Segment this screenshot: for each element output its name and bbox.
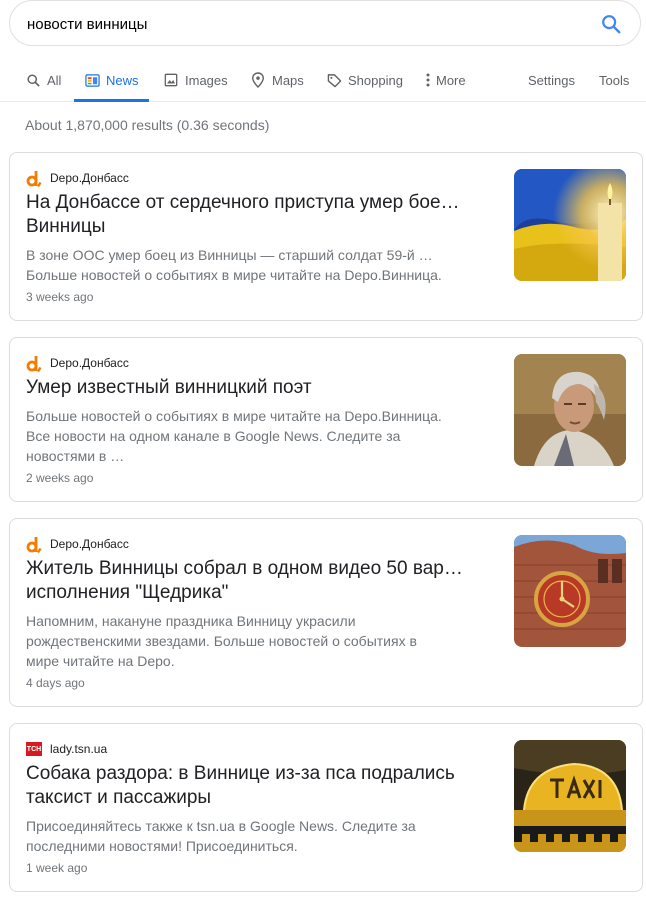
news-card[interactable]: Depo.Донбасс Житель Винницы собрал в одн… — [9, 518, 643, 707]
article-title[interactable]: Умер известный винницкий поэт — [26, 376, 496, 400]
map-pin-icon — [250, 72, 266, 88]
snippet-line: Больше новостей о событиях в мире читайт… — [26, 408, 442, 424]
tab-images[interactable]: Images — [163, 58, 228, 102]
tab-all[interactable]: All — [25, 58, 61, 102]
taxi-sign-image — [514, 740, 626, 852]
clock-tower-image — [514, 535, 626, 647]
snippet-line: мире читайте на Depo. — [26, 653, 175, 669]
news-card[interactable]: Depo.Донбасс Умер известный винницкий по… — [9, 337, 643, 502]
snippet-line: рождественскими звездами. Больше новосте… — [26, 633, 417, 649]
search-button[interactable] — [600, 13, 622, 35]
article-title[interactable]: Собака раздора: в Виннице из-за пса подр… — [26, 762, 496, 810]
tag-icon — [326, 72, 342, 88]
title-line: таксист и пассажиры — [26, 787, 212, 808]
flag-candle-image — [514, 169, 626, 281]
article-title[interactable]: На Донбассе от сердечного приступа умер … — [26, 191, 496, 239]
article-snippet: Больше новостей о событиях в мире читайт… — [26, 406, 500, 466]
result-stats: About 1,870,000 results (0.36 seconds) — [25, 117, 270, 133]
article-snippet: Присоединяйтесь также к tsn.ua в Google … — [26, 816, 500, 856]
news-source[interactable]: Depo.Донбасс — [26, 535, 129, 553]
tab-label: Tools — [599, 72, 630, 88]
news-icon — [84, 72, 100, 88]
tsn-logo-icon: ТСН — [26, 742, 42, 756]
snippet-line: Все новости на одном канале в Google New… — [26, 428, 401, 444]
snippet-line: Больше новостей о событиях в мире читайт… — [26, 267, 442, 283]
search-icon — [602, 15, 621, 34]
title-line: Умер известный винницкий поэт — [26, 377, 312, 398]
tab-label: All — [47, 72, 62, 88]
snippet-line: В зоне ООС умер боец из Винницы — старши… — [26, 247, 433, 263]
article-snippet: Напомним, накануне праздника Винницу укр… — [26, 611, 500, 671]
article-time: 1 week ago — [26, 861, 88, 875]
tab-tools[interactable]: Tools — [599, 58, 629, 102]
depo-logo-icon — [26, 536, 42, 553]
article-time: 4 days ago — [26, 676, 85, 690]
title-line: Собака раздора: в Виннице из-за пса подр… — [26, 763, 455, 784]
article-thumbnail[interactable] — [514, 535, 626, 647]
source-name: Depo.Донбасс — [50, 537, 129, 551]
depo-logo-icon — [26, 170, 42, 187]
article-thumbnail[interactable] — [514, 169, 626, 281]
tab-label: Maps — [272, 72, 304, 88]
news-source[interactable]: Depo.Донбасс — [26, 169, 129, 187]
tab-maps[interactable]: Maps — [250, 58, 304, 102]
search-icon — [25, 72, 41, 88]
news-source[interactable]: ТСН lady.tsn.ua — [26, 740, 107, 758]
tab-shopping[interactable]: Shopping — [326, 58, 403, 102]
title-line: исполнения "Щедрика" — [26, 582, 229, 603]
article-title[interactable]: Житель Винницы собрал в одном видео 50 в… — [26, 557, 496, 605]
source-name: Depo.Донбасс — [50, 356, 129, 370]
article-thumbnail[interactable] — [514, 354, 626, 466]
news-card[interactable]: Depo.Донбасс На Донбассе от сердечного п… — [9, 152, 643, 321]
title-line: На Донбассе от сердечного приступа умер … — [26, 192, 460, 213]
depo-logo-icon — [26, 355, 42, 372]
news-card[interactable]: ТСН lady.tsn.ua Собака раздора: в Винниц… — [9, 723, 643, 892]
tab-label: Shopping — [348, 72, 403, 88]
article-time: 3 weeks ago — [26, 290, 94, 304]
image-icon — [163, 72, 179, 88]
tab-label: More — [436, 72, 466, 88]
more-vert-icon — [424, 72, 432, 88]
snippet-line: новостями в … — [26, 448, 125, 464]
snippet-line: Присоединяйтесь также к tsn.ua в Google … — [26, 818, 416, 834]
search-box[interactable] — [9, 0, 641, 46]
source-name: Depo.Донбасс — [50, 171, 129, 185]
tab-news[interactable]: News — [74, 58, 149, 102]
snippet-line: последними новостями! Присоединиться. — [26, 838, 298, 854]
article-time: 2 weeks ago — [26, 471, 94, 485]
poet-portrait-image — [514, 354, 626, 466]
tab-more[interactable]: More — [424, 58, 466, 102]
tab-label: Settings — [528, 72, 575, 88]
article-snippet: В зоне ООС умер боец из Винницы — старши… — [26, 245, 500, 285]
tab-settings[interactable]: Settings — [528, 58, 575, 102]
source-name: lady.tsn.ua — [50, 742, 108, 756]
search-tabs: All News Images Maps Shopping More Setti… — [0, 58, 646, 102]
tab-label: News — [106, 72, 139, 88]
news-source[interactable]: Depo.Донбасс — [26, 354, 129, 372]
article-thumbnail[interactable] — [514, 740, 626, 852]
snippet-line: Напомним, накануне праздника Винницу укр… — [26, 613, 356, 629]
tab-label: Images — [185, 72, 228, 88]
title-line: Житель Винницы собрал в одном видео 50 в… — [26, 558, 463, 579]
title-line: Винницы — [26, 216, 106, 237]
search-input[interactable] — [27, 14, 587, 34]
